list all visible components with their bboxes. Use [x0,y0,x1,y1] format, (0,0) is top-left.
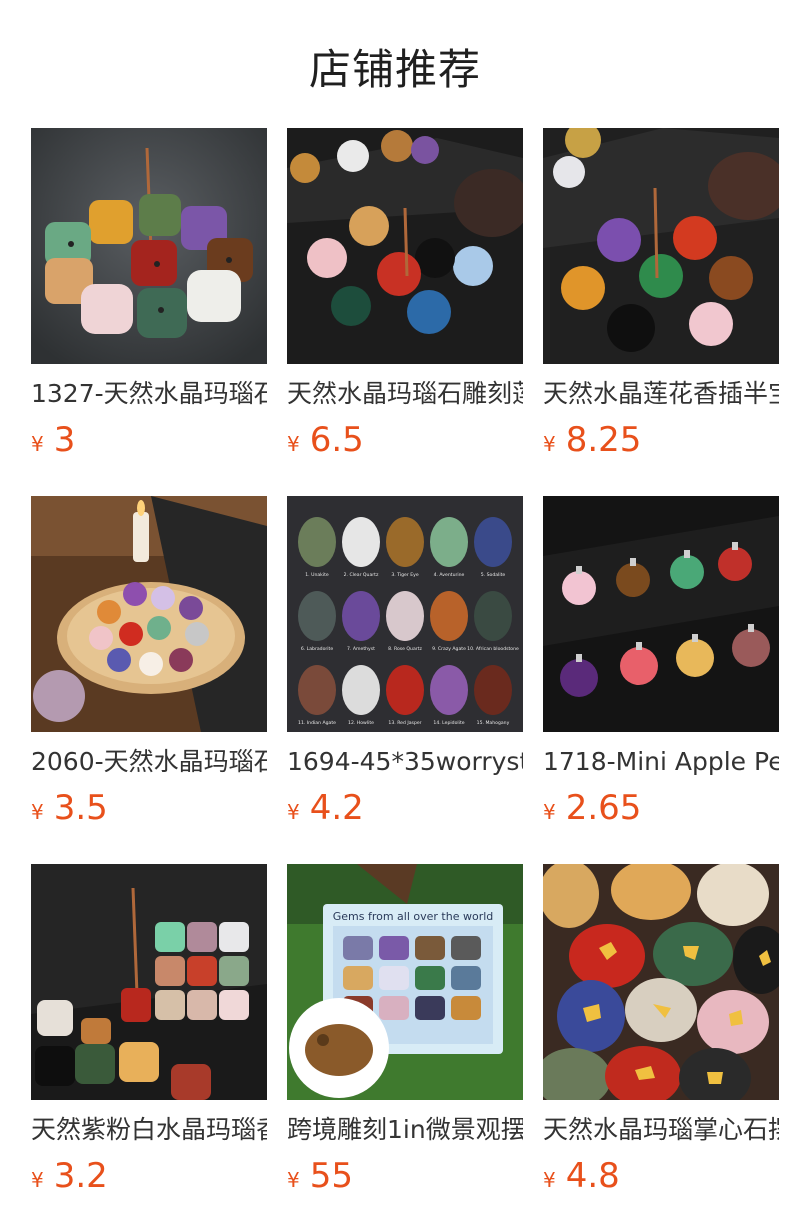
currency-symbol: ¥ [31,432,44,456]
currency-symbol: ¥ [31,1168,44,1192]
section-title: 店铺推荐 [308,45,481,94]
product-price: ¥ 3.2 [31,1156,267,1196]
product-card[interactable]: 1718-Mini Apple Pendant ¥ 2.65 [543,496,779,864]
worry-stone-chart-photo-icon: 1. Unakite 2. Clear Quartz 3. Tiger Eye … [287,496,523,732]
price-value: 3.5 [53,788,108,828]
product-image[interactable]: 1. Unakite 2. Clear Quartz 3. Tiger Eye … [287,496,523,732]
product-name[interactable]: 2060-天然水晶玛瑙石香插 [31,746,267,778]
price-value: 3.2 [53,1156,108,1196]
stone-label: 12. Howlite [348,720,374,726]
product-name[interactable]: 天然紫粉白水晶玛瑙香插 [31,1114,267,1146]
currency-symbol: ¥ [543,1168,556,1192]
stone-label: 15. Mahogany [477,720,510,726]
price-value: 4.8 [565,1156,620,1196]
incense-plate-photo-icon [31,496,267,732]
currency-symbol: ¥ [31,800,44,824]
product-price: ¥ 3 [31,420,267,460]
price-value: 8.25 [565,420,642,460]
currency-symbol: ¥ [287,800,300,824]
stone-label: 14. Lepidolite [433,720,464,726]
stone-label: 1. Unakite [305,572,329,578]
product-name[interactable]: 天然水晶玛瑙石雕刻莲花香插 [287,378,523,410]
flower-incense-holder-photo-icon [543,128,779,364]
engraved-palm-stone-photo-icon [543,864,779,1100]
product-name[interactable]: 跨境雕刻1in微景观摆件 [287,1114,523,1146]
product-card[interactable]: 天然水晶莲花香插半宝石摆件 ¥ 8.25 [543,128,779,496]
crystal-cube-incense-photo-icon [31,128,267,364]
product-card[interactable]: 天然紫粉白水晶玛瑙香插 ¥ 3.2 [31,864,267,1232]
stone-label: 4. Aventurine [434,572,465,578]
product-grid: 1327-天然水晶玛瑙石雕刻香插 ¥ 3 [31,128,779,1232]
stone-label: 3. Tiger Eye [391,572,418,578]
stone-label: 11. Indian Agate [298,720,336,726]
crystal-cube-set-photo-icon [31,864,267,1100]
product-name[interactable]: 1694-45*35worrystone [287,746,523,778]
lotus-incense-holder-photo-icon [287,128,523,364]
product-image[interactable] [287,128,523,364]
gem-box-photo-icon: Gems from all over the world [287,864,523,1100]
currency-symbol: ¥ [543,800,556,824]
stone-label: 13. Red Jasper [388,720,421,726]
product-image[interactable] [31,864,267,1100]
price-value: 6.5 [309,420,364,460]
price-value: 3 [53,420,76,460]
product-card[interactable]: Gems from all over the world 跨境雕刻1in微景观摆… [287,864,523,1232]
stone-label: 8. Rose Quartz [388,646,422,652]
product-price: ¥ 8.25 [543,420,779,460]
product-image[interactable]: Gems from all over the world [287,864,523,1100]
product-card[interactable]: 天然水晶玛瑙石雕刻莲花香插 ¥ 6.5 [287,128,523,496]
product-card[interactable]: 1327-天然水晶玛瑙石雕刻香插 ¥ 3 [31,128,267,496]
stone-label: 5. Sodalite [481,572,506,578]
product-price: ¥ 6.5 [287,420,523,460]
product-price: ¥ 2.65 [543,788,779,828]
apple-pendant-photo-icon [543,496,779,732]
product-image[interactable] [543,128,779,364]
stone-label: 7. Amethyst [347,646,375,652]
currency-symbol: ¥ [543,432,556,456]
stone-label: 2. Clear Quartz [344,572,379,578]
product-image[interactable] [31,128,267,364]
currency-symbol: ¥ [287,432,300,456]
currency-symbol: ¥ [287,1168,300,1192]
price-value: 4.2 [309,788,364,828]
stone-label: 9. Crazy Agate [432,646,466,652]
product-price: ¥ 3.5 [31,788,267,828]
price-value: 2.65 [565,788,642,828]
product-name[interactable]: 1718-Mini Apple Pendant [543,746,779,778]
stone-label: 10. African bloodstone [467,646,519,652]
product-card[interactable]: 天然水晶玛瑙掌心石摆件 ¥ 4.8 [543,864,779,1232]
product-image[interactable] [31,496,267,732]
product-price: ¥ 4.8 [543,1156,779,1196]
product-price: ¥ 4.2 [287,788,523,828]
product-image[interactable] [543,864,779,1100]
price-value: 55 [309,1156,353,1196]
stone-label: 6. Labradorite [301,646,334,652]
product-name[interactable]: 天然水晶玛瑙掌心石摆件 [543,1114,779,1146]
product-card[interactable]: 2060-天然水晶玛瑙石香插 ¥ 3.5 [31,496,267,864]
product-card[interactable]: 1. Unakite 2. Clear Quartz 3. Tiger Eye … [287,496,523,864]
product-price: ¥ 55 [287,1156,523,1196]
product-image[interactable] [543,496,779,732]
product-name[interactable]: 1327-天然水晶玛瑙石雕刻香插 [31,378,267,410]
product-name[interactable]: 天然水晶莲花香插半宝石摆件 [543,378,779,410]
box-text: Gems from all over the world [333,910,494,923]
